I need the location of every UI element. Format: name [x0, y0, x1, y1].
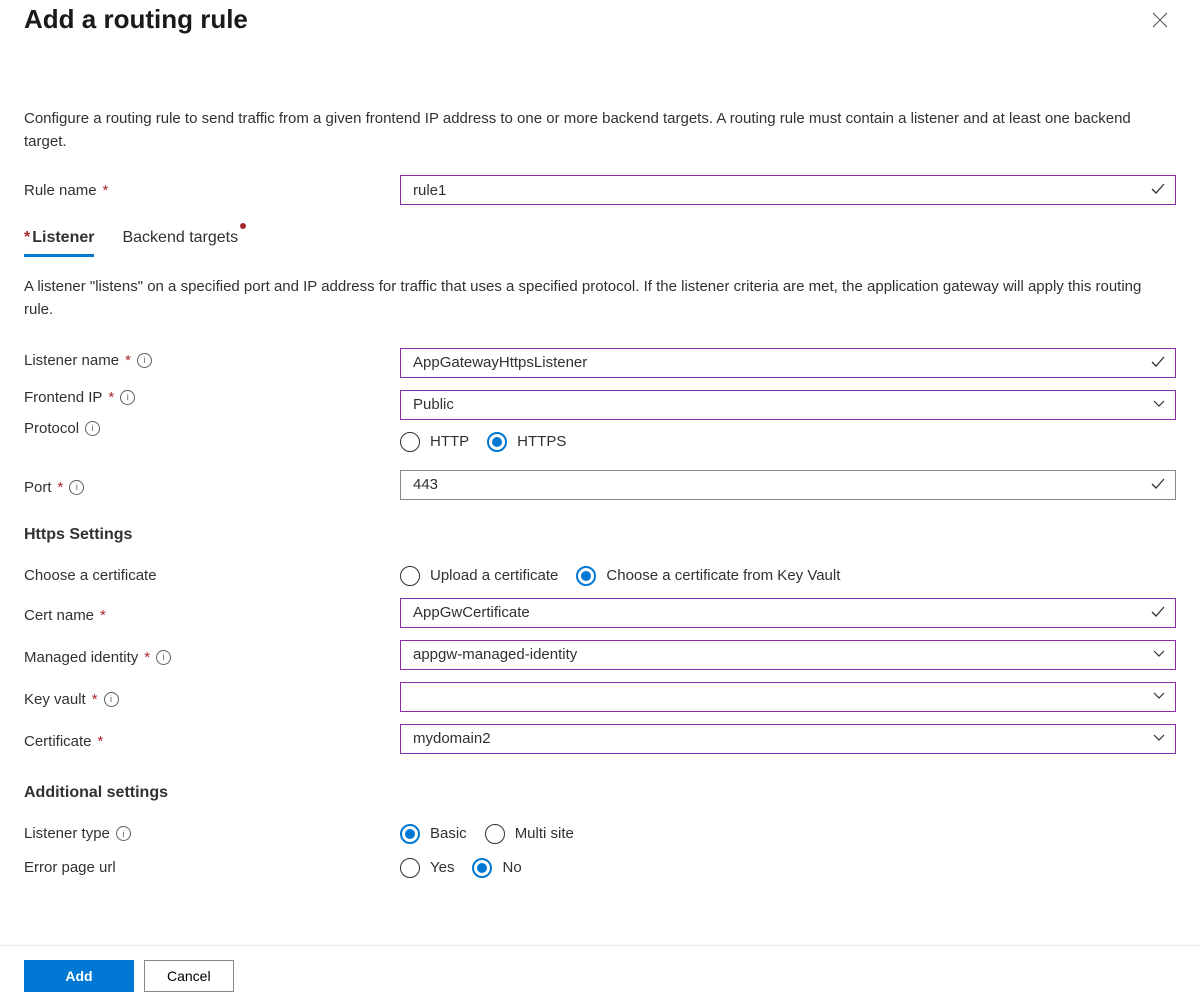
info-icon[interactable]: i	[104, 692, 119, 707]
info-icon[interactable]: i	[69, 480, 84, 495]
cancel-button[interactable]: Cancel	[144, 960, 234, 992]
info-icon[interactable]: i	[85, 421, 100, 436]
close-button[interactable]	[1144, 4, 1176, 36]
protocol-http-radio[interactable]: HTTP	[400, 432, 469, 452]
required-marker: *	[125, 352, 131, 369]
error-page-yes-label: Yes	[430, 859, 454, 876]
page-title: Add a routing rule	[24, 4, 248, 35]
error-page-no-radio[interactable]: No	[472, 858, 521, 878]
key-vault-select[interactable]	[400, 682, 1176, 712]
key-vault-label: Key vault	[24, 691, 86, 708]
listener-type-label: Listener type	[24, 825, 110, 842]
required-marker: *	[108, 389, 114, 406]
managed-identity-label: Managed identity	[24, 649, 138, 666]
required-marker: *	[92, 691, 98, 708]
tab-backend-targets[interactable]: Backend targets	[122, 223, 238, 257]
required-marker: *	[100, 607, 106, 624]
info-icon[interactable]: i	[120, 390, 135, 405]
choose-certificate-label: Choose a certificate	[24, 567, 157, 584]
tab-backend-label: Backend targets	[122, 229, 238, 246]
listener-name-label: Listener name	[24, 352, 119, 369]
keyvault-certificate-radio[interactable]: Choose a certificate from Key Vault	[576, 566, 840, 586]
required-marker: *	[58, 479, 64, 496]
upload-certificate-radio[interactable]: Upload a certificate	[400, 566, 558, 586]
rule-name-input[interactable]	[400, 175, 1176, 205]
info-icon[interactable]: i	[116, 826, 131, 841]
attention-dot-icon	[240, 223, 246, 229]
listener-type-multisite-label: Multi site	[515, 825, 574, 842]
page-description: Configure a routing rule to send traffic…	[24, 108, 1176, 153]
upload-certificate-label: Upload a certificate	[430, 567, 558, 584]
required-marker: *	[24, 229, 30, 246]
protocol-https-radio[interactable]: HTTPS	[487, 432, 566, 452]
port-label: Port	[24, 479, 52, 496]
listener-type-basic-label: Basic	[430, 825, 467, 842]
protocol-http-label: HTTP	[430, 433, 469, 450]
info-icon[interactable]: i	[156, 650, 171, 665]
certificate-select[interactable]	[400, 724, 1176, 754]
listener-type-multisite-radio[interactable]: Multi site	[485, 824, 574, 844]
error-page-no-label: No	[502, 859, 521, 876]
required-marker: *	[98, 733, 104, 750]
additional-settings-heading: Additional settings	[24, 784, 1176, 802]
listener-description: A listener "listens" on a specified port…	[24, 275, 1176, 322]
frontend-ip-select[interactable]	[400, 390, 1176, 420]
port-input[interactable]	[400, 470, 1176, 500]
required-marker: *	[144, 649, 150, 666]
cert-name-input[interactable]	[400, 598, 1176, 628]
close-icon	[1152, 12, 1168, 28]
add-button[interactable]: Add	[24, 960, 134, 992]
tab-listener[interactable]: *Listener	[24, 223, 94, 257]
https-settings-heading: Https Settings	[24, 526, 1176, 544]
info-icon[interactable]: i	[137, 353, 152, 368]
cert-name-label: Cert name	[24, 607, 94, 624]
required-marker: *	[103, 182, 109, 199]
protocol-https-label: HTTPS	[517, 433, 566, 450]
certificate-label: Certificate	[24, 733, 92, 750]
managed-identity-select[interactable]	[400, 640, 1176, 670]
rule-name-label: Rule name	[24, 182, 97, 199]
tab-listener-label: Listener	[32, 229, 94, 246]
keyvault-certificate-label: Choose a certificate from Key Vault	[606, 567, 840, 584]
error-page-yes-radio[interactable]: Yes	[400, 858, 454, 878]
frontend-ip-label: Frontend IP	[24, 389, 102, 406]
error-page-url-label: Error page url	[24, 859, 116, 876]
listener-type-basic-radio[interactable]: Basic	[400, 824, 467, 844]
protocol-label: Protocol	[24, 420, 79, 437]
listener-name-input[interactable]	[400, 348, 1176, 378]
